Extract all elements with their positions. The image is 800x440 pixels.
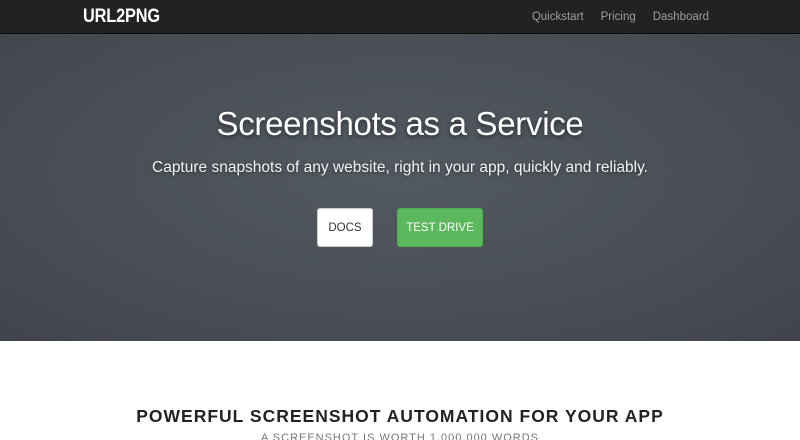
nav-link-quickstart[interactable]: Quickstart [532, 11, 584, 23]
brand-logo-link[interactable]: URL2PNG [83, 0, 160, 34]
features-subheading: A SCREENSHOT IS WORTH 1,000,000 WORDS [260, 432, 540, 440]
features-heading: POWERFUL SCREENSHOT AUTOMATION FOR YOUR … [136, 406, 664, 426]
nav-link-pricing[interactable]: Pricing [601, 11, 636, 23]
top-navbar: URL2PNG Quickstart Pricing Dashboard [0, 0, 800, 34]
page: URL2PNG Quickstart Pricing Dashboard Scr… [0, 0, 800, 440]
hero-title: Screenshots as a Service [216, 105, 584, 142]
hero-subtitle: Capture snapshots of any website, right … [152, 159, 648, 176]
test-drive-button[interactable]: TEST DRIVE [397, 208, 483, 247]
docs-button[interactable]: DOCS [317, 208, 373, 247]
nav-links: Quickstart Pricing Dashboard [532, 0, 709, 34]
hero-section: Screenshots as a Service Capture snapsho… [0, 34, 800, 341]
nav-link-dashboard[interactable]: Dashboard [653, 11, 709, 23]
